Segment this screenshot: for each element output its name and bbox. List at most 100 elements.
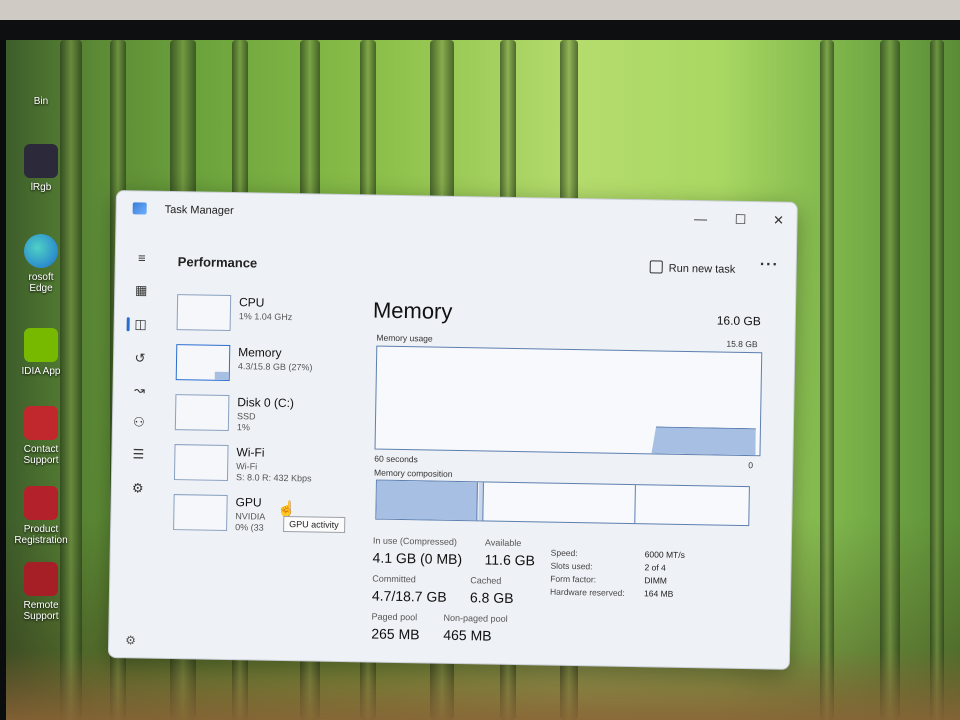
memory-usage-fill xyxy=(651,426,755,455)
stat-in-use: In use (Compressed) 4.1 GB (0 MB) xyxy=(372,536,462,568)
desktop-icon-label: Remote Support xyxy=(23,600,59,622)
spec-key: Hardware reserved: xyxy=(549,586,625,598)
memory-heading: Memory xyxy=(372,297,453,324)
composition-standby xyxy=(482,482,636,524)
desktop-icon-edge[interactable]: rosoft Edge xyxy=(6,234,76,294)
gpu-thumbnail xyxy=(173,494,228,531)
minimize-button[interactable]: — xyxy=(684,207,716,232)
disk-thumbnail xyxy=(174,394,230,432)
app-history-icon[interactable]: ↺ xyxy=(128,347,152,369)
memory-thumbnail xyxy=(175,344,231,382)
composition-free xyxy=(634,485,748,525)
desktop-icon-nvidia-app[interactable]: IDIA App xyxy=(6,328,76,377)
resource-memory[interactable]: Memory 4.3/15.8 GB (27%) xyxy=(175,342,357,389)
resource-name: Wi-Fi xyxy=(236,445,265,460)
stat-label: Available xyxy=(484,537,522,549)
startup-apps-icon[interactable]: ↝ xyxy=(127,379,151,401)
resource-disk[interactable]: Disk 0 (C:) SSD 1% xyxy=(174,392,356,439)
cpu-thumbnail xyxy=(176,294,232,332)
stat-label: Paged pool xyxy=(371,611,418,623)
memory-usage-max: 15.8 GB xyxy=(726,338,758,350)
memory-thumbnail-fill xyxy=(214,371,229,380)
resource-name: GPU xyxy=(235,495,262,510)
wifi-thumbnail xyxy=(173,444,229,481)
spec-value: DIMM xyxy=(644,575,668,586)
task-manager-window: Task Manager — ☐ ✕ ≡ ▦ ◫ ↺ ↝ ⚇ ☰ ⚙ ⚙ Per… xyxy=(107,190,798,670)
close-button[interactable]: ✕ xyxy=(762,208,794,233)
resource-name: Memory xyxy=(238,345,282,360)
nvidia-icon xyxy=(24,328,58,362)
gpu-tooltip: GPU activity xyxy=(283,515,345,534)
performance-icon[interactable]: ◫ xyxy=(128,313,152,335)
maximize-button[interactable]: ☐ xyxy=(724,208,756,233)
desktop-icon-rgb[interactable]: lRgb xyxy=(6,144,76,193)
processes-icon[interactable]: ▦ xyxy=(129,279,153,301)
services-icon[interactable]: ⚙ xyxy=(126,477,150,499)
resource-name: Disk 0 (C:) xyxy=(237,395,295,411)
resource-detail: Wi-Fi S: 8.0 R: 432 Kbps xyxy=(235,461,312,484)
stat-value: 465 MB xyxy=(443,626,492,644)
stat-label: Non-paged pool xyxy=(443,612,508,624)
stat-label: Committed xyxy=(372,573,416,585)
rgb-app-icon xyxy=(24,144,58,178)
settings-icon[interactable]: ⚙ xyxy=(125,633,136,647)
stat-committed: Committed 4.7/18.7 GB xyxy=(372,574,447,605)
stat-cached: Cached 6.8 GB xyxy=(470,575,514,606)
desktop-icon-recycle-bin[interactable]: Bin xyxy=(6,96,76,107)
run-new-task-label: Run new task xyxy=(668,262,736,276)
hamburger-icon[interactable]: ≡ xyxy=(130,247,154,269)
users-icon[interactable]: ⚇ xyxy=(127,411,151,433)
resource-detail: NVIDIA 0% (33 xyxy=(235,511,266,533)
resource-detail: 1% 1.04 GHz xyxy=(238,311,293,323)
desktop-icon-contact-support[interactable]: Contact Support xyxy=(6,406,76,466)
spec-value: 6000 MT/s xyxy=(644,549,685,560)
desktop-icon-label: lRgb xyxy=(30,182,52,193)
composition-in-use xyxy=(376,480,478,521)
stat-label: In use (Compressed) xyxy=(372,535,458,548)
stat-paged-pool: Paged pool 265 MB xyxy=(371,612,420,643)
stat-nonpaged-pool: Non-paged pool 465 MB xyxy=(443,613,508,644)
more-options-button[interactable]: ··· xyxy=(760,256,779,274)
memory-composition-label: Memory composition xyxy=(374,467,453,479)
run-new-task-button[interactable]: Run new task xyxy=(649,260,736,276)
spec-value: 2 of 4 xyxy=(644,562,666,573)
desktop-icon-label: Bin xyxy=(33,96,49,107)
stat-label: Cached xyxy=(470,575,502,586)
memory-total: 16.0 GB xyxy=(716,313,761,329)
desktop-icon-label: Product Registration xyxy=(14,524,68,546)
window-title: Task Manager xyxy=(164,203,234,218)
run-task-icon xyxy=(649,260,663,274)
stat-value: 4.7/18.7 GB xyxy=(371,587,447,605)
nav-selection-indicator xyxy=(126,317,130,332)
stat-available: Available 11.6 GB xyxy=(484,537,535,568)
task-manager-app-icon xyxy=(132,202,147,215)
resource-name: CPU xyxy=(238,295,265,310)
remote-support-icon xyxy=(24,562,58,596)
stat-value: 11.6 GB xyxy=(484,551,536,569)
desktop-icon-remote-support[interactable]: Remote Support xyxy=(6,562,76,622)
stat-value: 265 MB xyxy=(371,625,420,643)
memory-usage-label: Memory usage xyxy=(376,332,433,344)
desktop-icon-product-registration[interactable]: Product Registration xyxy=(6,486,76,546)
resource-detail: SSD 1% xyxy=(236,411,256,433)
desktop-icon-label: Contact Support xyxy=(23,444,59,466)
spec-value: 164 MB xyxy=(643,588,674,599)
desktop-icon-label: rosoft Edge xyxy=(28,272,54,294)
desktop-icon-label: IDIA App xyxy=(21,366,61,377)
memory-usage-graph xyxy=(374,345,763,457)
wall xyxy=(0,0,960,22)
memory-composition-bar xyxy=(375,479,750,527)
graph-axis-left: 60 seconds xyxy=(374,453,418,465)
memory-specs: Speed: 6000 MT/s Slots used: 2 of 4 Form f… xyxy=(550,547,685,601)
page-title: Performance xyxy=(177,254,258,271)
stat-value: 6.8 GB xyxy=(469,589,514,606)
resource-detail: 4.3/15.8 GB (27%) xyxy=(237,361,313,373)
details-icon[interactable]: ☰ xyxy=(126,443,150,465)
graph-axis-right: 0 xyxy=(748,460,754,471)
resource-cpu[interactable]: CPU 1% 1.04 GHz xyxy=(176,292,357,339)
product-registration-icon xyxy=(24,486,58,520)
edge-icon xyxy=(24,234,58,268)
spec-row: Hardware reserved: 164 MB xyxy=(550,586,684,601)
stat-value: 4.1 GB (0 MB) xyxy=(372,549,463,568)
resource-wifi[interactable]: Wi-Fi Wi-Fi S: 8.0 R: 432 Kbps xyxy=(173,442,355,489)
